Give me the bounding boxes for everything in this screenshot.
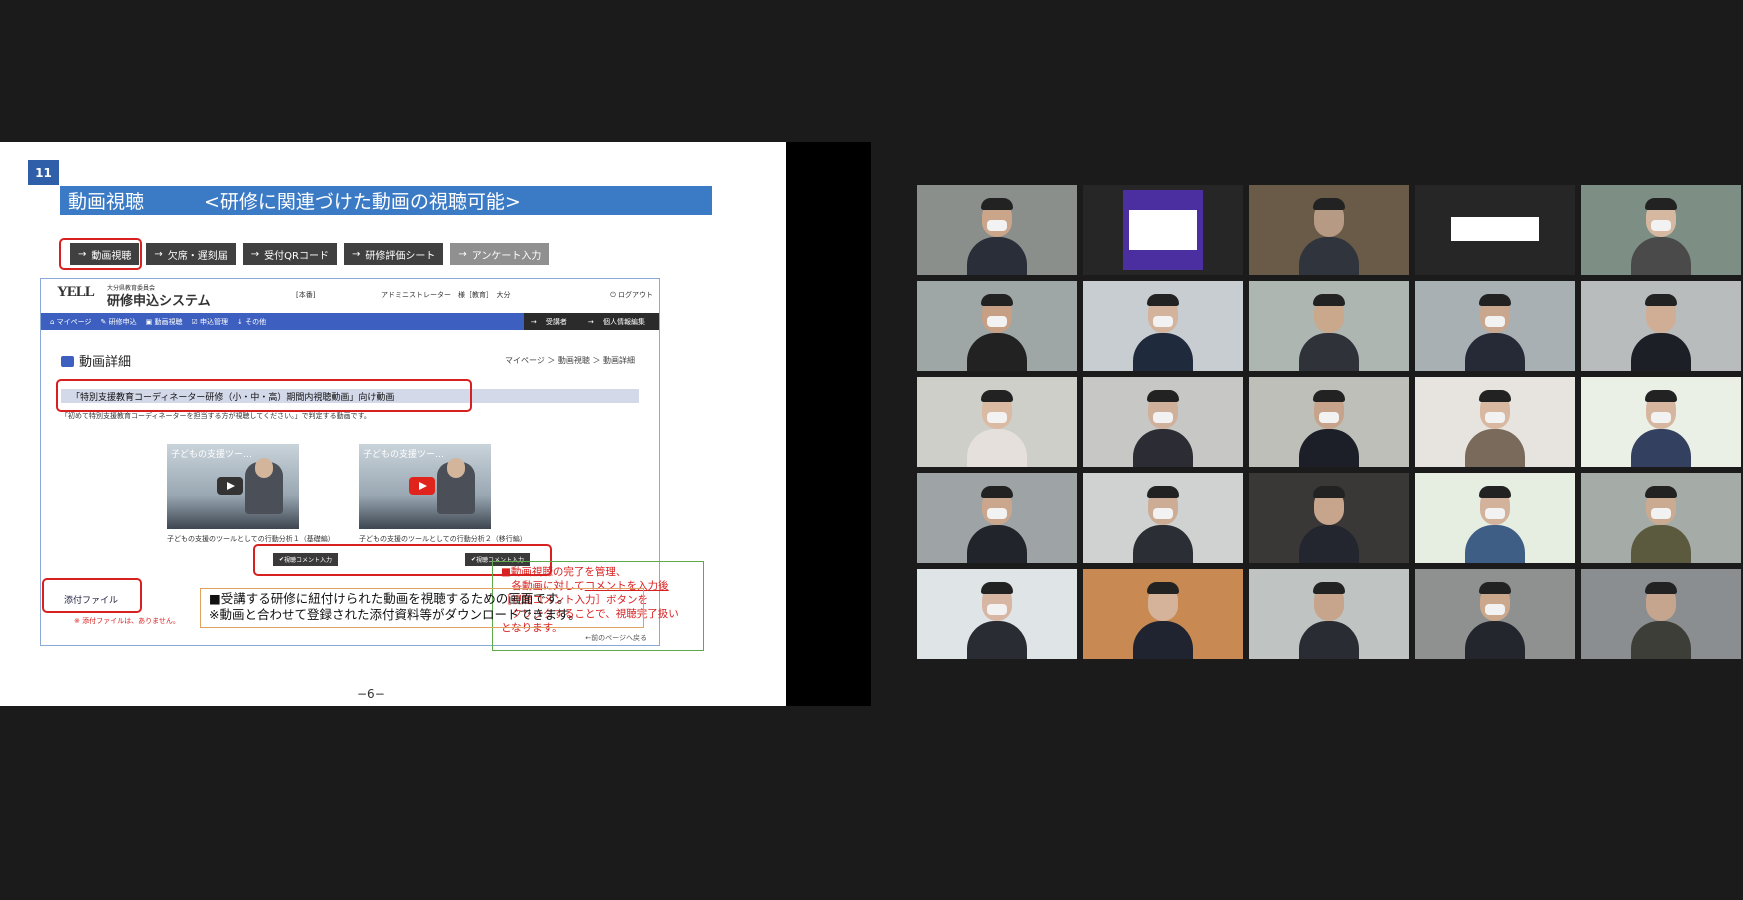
participant-video-tile[interactable] bbox=[917, 185, 1077, 275]
face-mask bbox=[1485, 604, 1505, 615]
participant-video-tile[interactable] bbox=[917, 473, 1077, 563]
face-mask bbox=[1651, 412, 1671, 423]
video-thumbnail-2: 子どもの支援ツー… bbox=[359, 444, 491, 529]
face-mask bbox=[1651, 220, 1671, 231]
participant-video-tile[interactable] bbox=[917, 569, 1077, 659]
avatar bbox=[1123, 190, 1203, 270]
highlight-box bbox=[59, 238, 142, 270]
tab-absence: → 欠席・遅刻届 bbox=[146, 243, 236, 265]
participant-video-tile[interactable] bbox=[1249, 281, 1409, 371]
face-mask bbox=[1319, 412, 1339, 423]
system-navbar: ⌂ マイページ ✎ 研修申込 ▣ 動画視聴 ☑ 申込管理 ↓ その他 → 受講者… bbox=[41, 313, 659, 330]
participant-video-tile[interactable] bbox=[1415, 281, 1575, 371]
slide-title-bar: 動画視聴 <研修に関連づけた動画の視聴可能> bbox=[60, 186, 712, 215]
nav-attendee: → 受講者 bbox=[530, 317, 567, 326]
nav-other: ↓ その他 bbox=[237, 317, 267, 326]
participant-video-tile[interactable] bbox=[1581, 377, 1741, 467]
participant-video-tile[interactable] bbox=[1083, 473, 1243, 563]
nav-profile: → 個人情報編集 bbox=[587, 317, 645, 326]
participant-video-tile[interactable] bbox=[1249, 185, 1409, 275]
participant-video-tile[interactable] bbox=[1083, 185, 1243, 275]
tab-survey: → アンケート入力 bbox=[450, 243, 550, 265]
nav-apply: ✎ 研修申込 bbox=[100, 317, 137, 326]
nav-mypage: ⌂ マイページ bbox=[50, 317, 92, 326]
face-mask bbox=[1485, 508, 1505, 519]
logout-link: ⏻ ログアウト bbox=[610, 291, 653, 299]
face-mask bbox=[1485, 412, 1505, 423]
participant-video-tile[interactable] bbox=[917, 281, 1077, 371]
participant-video-tile[interactable] bbox=[1581, 185, 1741, 275]
shared-screen: 11 動画視聴 <研修に関連づけた動画の視聴可能> → 動画視聴 → 欠席・遅刻届 … bbox=[0, 142, 871, 706]
play-icon bbox=[217, 477, 243, 495]
arrow-right-icon: → bbox=[458, 248, 467, 260]
slide-page-badge: 11 bbox=[28, 160, 59, 185]
participant-video-tile[interactable] bbox=[1249, 569, 1409, 659]
name-placeholder bbox=[1451, 217, 1539, 241]
nav-video: ▣ 動画視聴 bbox=[145, 317, 183, 326]
attachment-label: 添付ファイル bbox=[64, 596, 119, 606]
tab-qr: → 受付QRコード bbox=[242, 243, 337, 265]
face-mask bbox=[987, 508, 1007, 519]
user-label: アドミニストレーター 様［教育］ 大分 bbox=[381, 291, 511, 299]
face-mask bbox=[1485, 316, 1505, 327]
env-label: [本番] bbox=[296, 291, 316, 299]
highlight-box bbox=[56, 379, 472, 412]
face-mask bbox=[987, 316, 1007, 327]
arrow-right-icon: → bbox=[154, 248, 163, 260]
participant-video-tile[interactable] bbox=[1415, 185, 1575, 275]
participant-video-tile[interactable] bbox=[1581, 473, 1741, 563]
yell-logo: YELL bbox=[57, 284, 95, 300]
participant-video-tile[interactable] bbox=[1415, 473, 1575, 563]
participant-video-tile[interactable] bbox=[1415, 569, 1575, 659]
play-icon bbox=[409, 477, 435, 495]
participant-video-tile[interactable] bbox=[917, 377, 1077, 467]
face-mask bbox=[1651, 508, 1671, 519]
presentation-slide: 11 動画視聴 <研修に関連づけた動画の視聴可能> → 動画視聴 → 欠席・遅刻届 … bbox=[0, 142, 786, 706]
participant-video-tile[interactable] bbox=[1249, 377, 1409, 467]
system-header: YELL 大分県教育委員会 研修申込システム [本番] アドミニストレーター 様… bbox=[41, 279, 659, 311]
arrow-right-icon: → bbox=[352, 248, 361, 260]
breadcrumb: マイページ ＞ 動画視聴 ＞ 動画詳細 bbox=[504, 356, 635, 365]
nav-right: → 受講者 → 個人情報編集 bbox=[523, 313, 659, 330]
video-caption-1: 子どもの支援のツールとしての行動分析１（基礎編） bbox=[167, 535, 335, 543]
slide-footer: −6− bbox=[357, 687, 385, 701]
face-mask bbox=[987, 412, 1007, 423]
participant-video-tile[interactable] bbox=[1083, 377, 1243, 467]
participant-video-tile[interactable] bbox=[1415, 377, 1575, 467]
face-mask bbox=[1153, 508, 1173, 519]
slide-subtitle: <研修に関連づけた動画の視聴可能> bbox=[204, 191, 521, 213]
video-thumbnail-1: 子どもの支援ツー… bbox=[167, 444, 299, 529]
face-mask bbox=[987, 604, 1007, 615]
participant-video-tile[interactable] bbox=[1581, 281, 1741, 371]
description-box: ■受講する研修に紐付けられた動画を視聴するための画面です。 ※動画と合わせて登録… bbox=[200, 588, 644, 628]
slide-title: 動画視聴 bbox=[68, 191, 145, 213]
participant-video-tile[interactable] bbox=[1581, 569, 1741, 659]
section-title: 動画詳細 bbox=[61, 351, 131, 370]
participant-video-tile[interactable] bbox=[1083, 281, 1243, 371]
face-mask bbox=[987, 220, 1007, 231]
video-caption-2: 子どもの支援のツールとしての行動分析２（移行編） bbox=[359, 535, 527, 543]
face-mask bbox=[1153, 316, 1173, 327]
arrow-right-icon: → bbox=[250, 248, 260, 260]
system-name: 研修申込システム bbox=[107, 294, 211, 309]
participant-video-tile[interactable] bbox=[1083, 569, 1243, 659]
tab-evaluation: → 研修評価シート bbox=[344, 243, 444, 265]
course-note: 「初めて特別支援教育コーディネーターを担当する方が視聴してください。」で判定する… bbox=[61, 412, 371, 420]
attachment-note: ※ 添付ファイルは、ありません。 bbox=[74, 617, 180, 625]
face-mask bbox=[1153, 412, 1173, 423]
video-icon bbox=[61, 356, 74, 367]
participant-video-tile[interactable] bbox=[1249, 473, 1409, 563]
nav-manage: ☑ 申込管理 bbox=[191, 317, 228, 326]
